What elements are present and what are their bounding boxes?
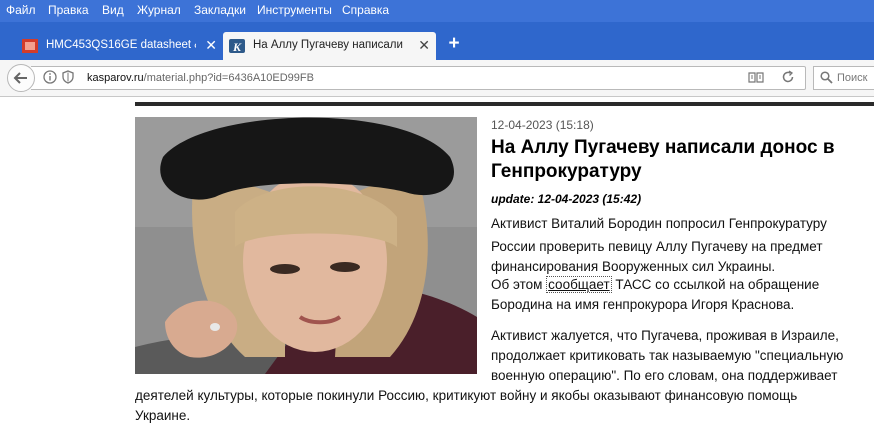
article-photo [135, 117, 477, 374]
article-update: update: 12-04-2023 (15:42) [491, 192, 642, 206]
search-placeholder: Поиск [837, 72, 868, 84]
menu-edit[interactable]: Правка [48, 3, 89, 17]
content-divider [135, 102, 874, 106]
back-arrow-icon [13, 72, 27, 84]
kasparov-favicon-icon: K [229, 39, 245, 53]
close-icon[interactable]: ✕ [205, 38, 217, 52]
article-text-line: деятелей культуры, которые покинули Росс… [135, 388, 798, 403]
menu-bar: Файл Правка Вид Журнал Закладки Инструме… [0, 0, 874, 22]
article-text-line: России проверить певицу Аллу Пугачеву на… [491, 239, 823, 254]
menu-tools[interactable]: Инструменты [257, 3, 332, 17]
back-button[interactable] [7, 64, 35, 92]
article-text-line: военную операцию". По его словам, она по… [491, 368, 838, 383]
svg-text:K: K [232, 40, 242, 53]
datasheet-favicon-icon [22, 39, 38, 53]
menu-history[interactable]: Журнал [137, 3, 181, 17]
article-text-line: финансирования Вооруженных сил Украины. [491, 259, 776, 274]
info-icon[interactable] [43, 70, 57, 84]
tab-title: HMC453QS16GE datasheet &... [46, 39, 196, 51]
reload-icon[interactable] [781, 70, 795, 84]
menu-help[interactable]: Справка [342, 3, 389, 17]
article-text-line: Активист жалуется, что Пугачева, прожива… [491, 328, 839, 343]
menu-file[interactable]: Файл [6, 3, 36, 17]
url-text: kasparov.ru/material.php?id=6436A10ED99F… [87, 72, 314, 84]
source-link[interactable]: сообщает [546, 276, 612, 293]
article-text-line: Бородина на имя генпрокурора Игоря Красн… [491, 297, 795, 312]
article-text-line: продолжает критиковать так называемую "с… [491, 348, 844, 363]
menu-view[interactable]: Вид [102, 3, 124, 17]
menu-bookmarks[interactable]: Закладки [194, 3, 246, 17]
article-source-line: Об этом сообщает ТАСС со ссылкой на обра… [491, 276, 820, 293]
search-icon [820, 71, 833, 84]
article-date: 12-04-2023 (15:18) [491, 118, 594, 132]
article-title: На Аллу Пугачеву написали донос в Генпро… [491, 137, 835, 182]
tab-article[interactable]: K На Аллу Пугачеву написали... ✕ [223, 32, 436, 60]
new-tab-icon[interactable]: + [445, 33, 463, 55]
tab-datasheet[interactable]: HMC453QS16GE datasheet &... ✕ [16, 32, 223, 60]
close-icon[interactable]: ✕ [418, 38, 430, 52]
article-text-line: Украине. [135, 408, 191, 423]
reader-view-icon[interactable] [748, 71, 764, 84]
shield-icon[interactable] [62, 70, 74, 84]
article-text-line: Активист Виталий Бородин попросил Генпро… [491, 216, 827, 231]
tab-title: На Аллу Пугачеву написали... [253, 39, 403, 51]
